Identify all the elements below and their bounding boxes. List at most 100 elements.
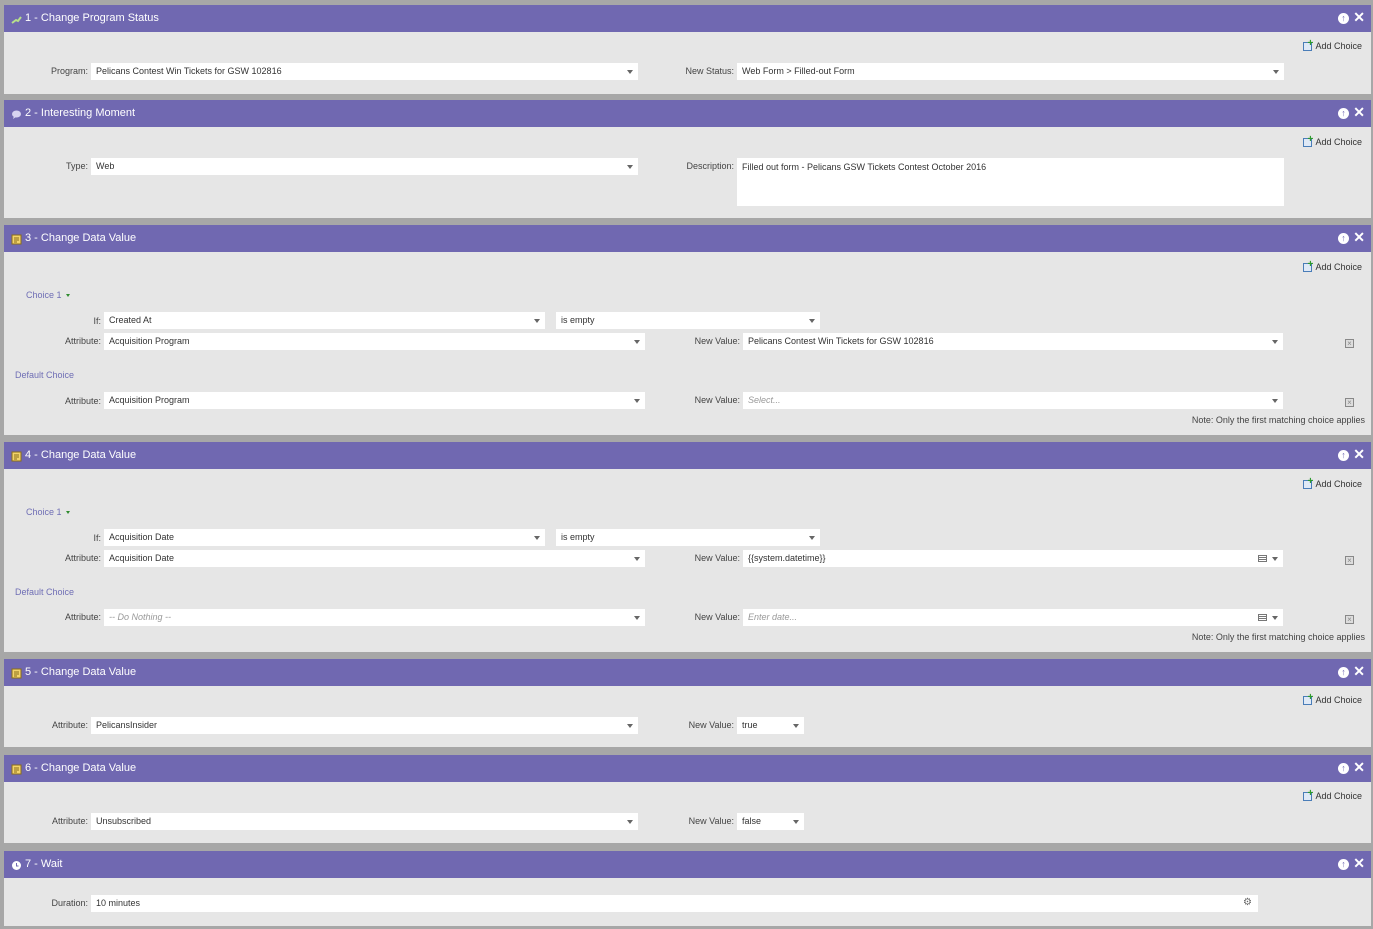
- add-choice-icon: [1303, 788, 1313, 801]
- add-choice-icon: [1303, 259, 1313, 272]
- program-select[interactable]: Pelicans Contest Win Tickets for GSW 102…: [91, 63, 638, 80]
- chevron-down-icon: [634, 616, 640, 620]
- step-header[interactable]: 6 - Change Data Value ↑ ✕: [4, 755, 1371, 782]
- operator-value: is empty: [561, 315, 595, 325]
- attribute-select[interactable]: Acquisition Date: [104, 550, 645, 567]
- move-up-icon[interactable]: ↑: [1338, 450, 1349, 461]
- add-choice-button[interactable]: Add Choice: [1303, 692, 1362, 705]
- clock-icon: [12, 861, 21, 870]
- if-field-value: Acquisition Date: [109, 532, 175, 542]
- close-icon[interactable]: ✕: [1353, 447, 1365, 461]
- step-title: 3 - Change Data Value: [25, 232, 137, 244]
- operator-select[interactable]: is empty: [556, 529, 820, 546]
- date-placeholder: Enter date...: [748, 612, 798, 622]
- if-label: If:: [93, 533, 101, 543]
- calendar-icon[interactable]: [1258, 555, 1267, 562]
- new-value-date-input[interactable]: {{system.datetime}}: [743, 550, 1283, 567]
- new-value-value: {{system.datetime}}: [748, 553, 826, 563]
- choice-toggle[interactable]: Choice 1: [26, 290, 70, 300]
- close-icon[interactable]: ✕: [1353, 760, 1365, 774]
- new-value-label: New Value:: [694, 553, 740, 563]
- chevron-down-icon: [627, 70, 633, 74]
- default-attribute-select[interactable]: Acquisition Program: [104, 392, 645, 409]
- chevron-down-icon: [1272, 399, 1278, 403]
- flow-step-5: 5 - Change Data Value ↑ ✕ Add Choice Att…: [4, 659, 1371, 747]
- attribute-select[interactable]: PelicansInsider: [91, 717, 638, 734]
- delete-choice-icon[interactable]: ×: [1345, 398, 1354, 407]
- new-value-label: New Value:: [694, 395, 740, 405]
- default-new-value-date-input[interactable]: Enter date...: [743, 609, 1283, 626]
- speech-bubble-icon: [12, 110, 21, 119]
- attribute-select[interactable]: Acquisition Program: [104, 333, 645, 350]
- chevron-down-icon: [627, 820, 633, 824]
- add-choice-button[interactable]: Add Choice: [1303, 476, 1362, 489]
- close-icon[interactable]: ✕: [1353, 105, 1365, 119]
- chevron-down-icon: [809, 319, 815, 323]
- operator-select[interactable]: is empty: [556, 312, 820, 329]
- step-header[interactable]: 7 - Wait ↑ ✕: [4, 851, 1371, 878]
- chevron-down-icon: [627, 724, 633, 728]
- delete-choice-icon[interactable]: ×: [1345, 556, 1354, 565]
- close-icon[interactable]: ✕: [1353, 856, 1365, 870]
- if-field-select[interactable]: Acquisition Date: [104, 529, 545, 546]
- description-label: Description:: [686, 161, 734, 171]
- type-select[interactable]: Web: [91, 158, 638, 175]
- gear-icon[interactable]: ⚙: [1243, 898, 1252, 908]
- if-field-select[interactable]: Created At: [104, 312, 545, 329]
- move-up-icon[interactable]: ↑: [1338, 667, 1349, 678]
- chevron-down-icon: [809, 536, 815, 540]
- default-attribute-value: -- Do Nothing --: [109, 612, 172, 622]
- move-up-icon[interactable]: ↑: [1338, 233, 1349, 244]
- step-title: 4 - Change Data Value: [25, 449, 137, 461]
- close-icon[interactable]: ✕: [1353, 664, 1365, 678]
- add-choice-label: Add Choice: [1315, 41, 1362, 51]
- step-title: 7 - Wait: [25, 858, 63, 870]
- step-header[interactable]: 2 - Interesting Moment ↑ ✕: [4, 100, 1371, 127]
- data-value-icon: [11, 668, 22, 679]
- new-status-select[interactable]: Web Form > Filled-out Form: [737, 63, 1284, 80]
- close-icon[interactable]: ✕: [1353, 230, 1365, 244]
- description-textarea[interactable]: Filled out form - Pelicans GSW Tickets C…: [737, 158, 1284, 206]
- add-choice-button[interactable]: Add Choice: [1303, 788, 1362, 801]
- add-choice-button[interactable]: Add Choice: [1303, 134, 1362, 147]
- attribute-value: Unsubscribed: [96, 816, 152, 826]
- default-new-value-select[interactable]: Select...: [743, 392, 1283, 409]
- add-choice-label: Add Choice: [1315, 479, 1362, 489]
- if-label: If:: [93, 316, 101, 326]
- choice-toggle[interactable]: Choice 1: [26, 507, 70, 517]
- close-icon[interactable]: ✕: [1353, 10, 1365, 24]
- move-up-icon[interactable]: ↑: [1338, 13, 1349, 24]
- data-value-icon: [11, 451, 22, 462]
- step-header[interactable]: 3 - Change Data Value ↑ ✕: [4, 225, 1371, 252]
- delete-choice-icon[interactable]: ×: [1345, 615, 1354, 624]
- new-value-select[interactable]: true: [737, 717, 804, 734]
- flow-step-7: 7 - Wait ↑ ✕ Duration: 10 minutes ⚙: [4, 851, 1371, 926]
- add-choice-label: Add Choice: [1315, 137, 1362, 147]
- add-choice-icon: [1303, 134, 1313, 147]
- move-up-icon[interactable]: ↑: [1338, 108, 1349, 119]
- new-value-select[interactable]: Pelicans Contest Win Tickets for GSW 102…: [743, 333, 1283, 350]
- step-title: 1 - Change Program Status: [25, 12, 159, 24]
- attribute-label: Attribute:: [64, 553, 101, 563]
- step-header[interactable]: 4 - Change Data Value ↑ ✕: [4, 442, 1371, 469]
- flow-step-1: 1 - Change Program Status ↑ ✕ Add Choice…: [4, 5, 1371, 94]
- calendar-icon[interactable]: [1258, 614, 1267, 621]
- step-header[interactable]: 5 - Change Data Value ↑ ✕: [4, 659, 1371, 686]
- add-choice-icon: [1303, 692, 1313, 705]
- delete-choice-icon[interactable]: ×: [1345, 339, 1354, 348]
- add-choice-button[interactable]: Add Choice: [1303, 259, 1362, 272]
- default-attribute-select[interactable]: -- Do Nothing --: [104, 609, 645, 626]
- new-status-label: New Status:: [685, 66, 734, 76]
- move-up-icon[interactable]: ↑: [1338, 859, 1349, 870]
- add-choice-button[interactable]: Add Choice: [1303, 38, 1362, 51]
- caret-down-icon: [65, 511, 70, 514]
- step-header[interactable]: 1 - Change Program Status ↑ ✕: [4, 5, 1371, 32]
- move-up-icon[interactable]: ↑: [1338, 763, 1349, 774]
- attribute-label: Attribute:: [64, 612, 101, 622]
- chevron-down-icon: [634, 399, 640, 403]
- duration-input[interactable]: 10 minutes ⚙: [91, 895, 1258, 912]
- new-value-select[interactable]: false: [737, 813, 804, 830]
- type-value: Web: [96, 161, 115, 171]
- attribute-select[interactable]: Unsubscribed: [91, 813, 638, 830]
- choice-label: Choice 1: [26, 290, 62, 300]
